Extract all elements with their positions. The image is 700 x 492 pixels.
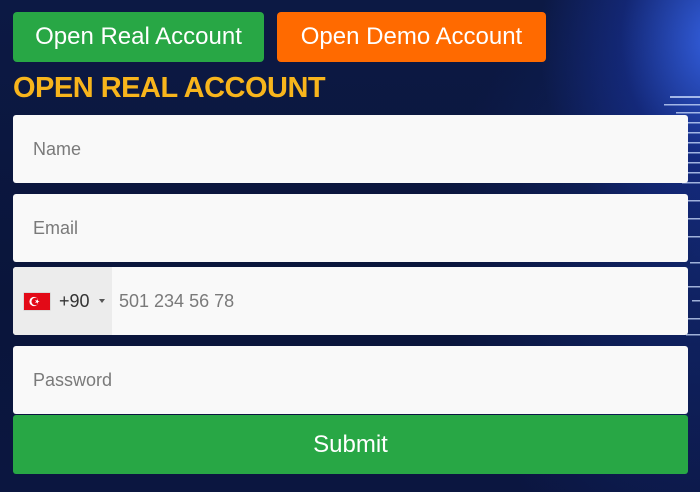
submit-button[interactable]: Submit — [13, 415, 688, 474]
phone-field-container: +90 — [13, 267, 688, 335]
name-field-container — [13, 115, 688, 183]
password-field-container — [13, 346, 688, 414]
email-field-container — [13, 194, 688, 262]
open-demo-account-button[interactable]: Open Demo Account — [277, 12, 546, 62]
password-input[interactable] — [13, 346, 688, 414]
email-input[interactable] — [13, 194, 688, 262]
form-heading: OPEN REAL ACCOUNT — [13, 72, 326, 104]
account-type-tabs: Open Real Account Open Demo Account — [13, 12, 546, 62]
dial-code: +90 — [59, 290, 90, 311]
chevron-down-icon — [98, 299, 105, 303]
name-input[interactable] — [13, 115, 688, 183]
phone-input[interactable] — [112, 267, 688, 335]
turkey-flag-icon — [24, 292, 50, 310]
country-code-selector[interactable]: +90 — [13, 267, 112, 335]
open-real-account-button[interactable]: Open Real Account — [13, 12, 264, 62]
